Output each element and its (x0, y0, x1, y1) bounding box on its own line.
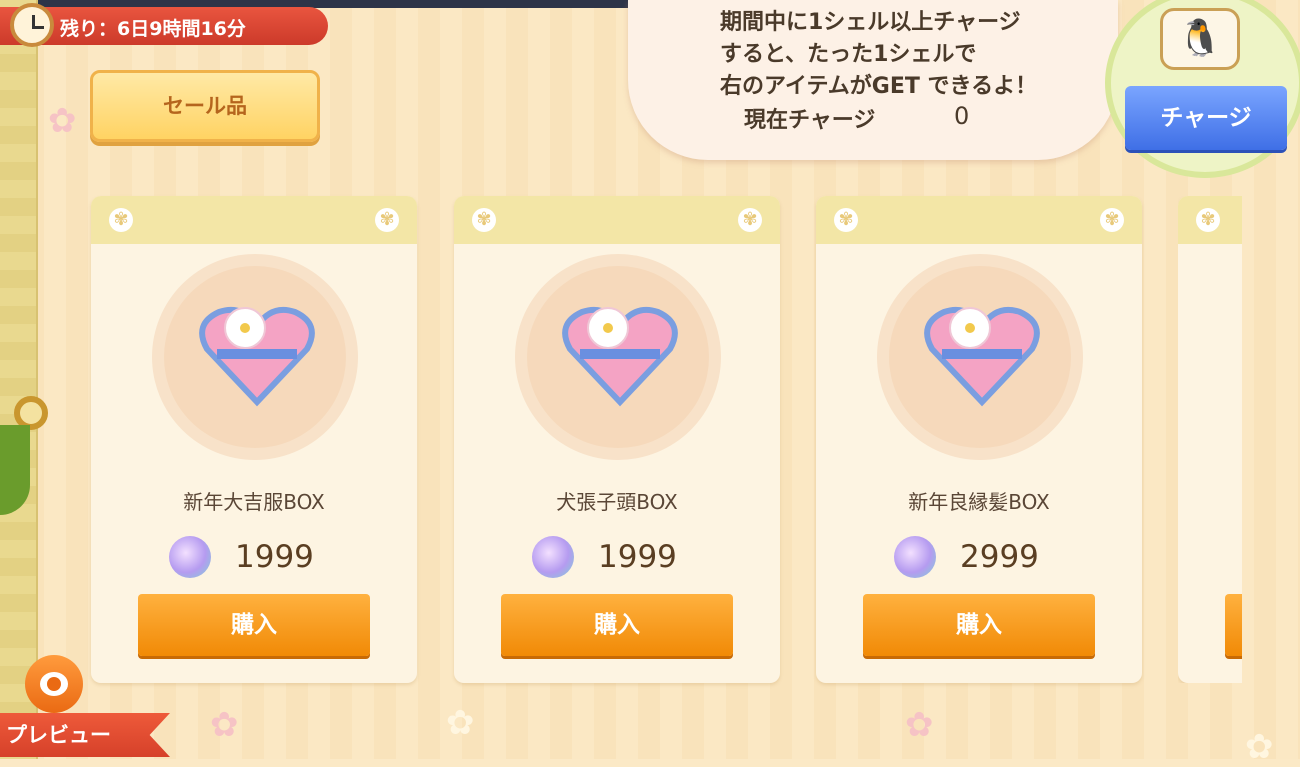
clock-icon (10, 3, 54, 47)
card-header: ✾ ✾ (91, 196, 417, 244)
sakura-decoration: ✿ (210, 705, 239, 745)
item-price: 1999 (598, 539, 677, 575)
item-card: ✾ ✾ 犬張子頭BOX 1999 購入 (454, 196, 780, 683)
current-charge-value: 0 (954, 102, 970, 130)
flower-icon: ✾ (834, 208, 858, 232)
buy-button[interactable]: 購入 (863, 594, 1095, 656)
flower-icon: ✾ (472, 208, 496, 232)
left-bamboo-strip (0, 0, 38, 759)
shell-currency-icon (894, 536, 936, 578)
white-flower-decoration: ✿ (446, 703, 475, 743)
card-header: ✾ ✾ (816, 196, 1142, 244)
sale-items-button[interactable]: セール品 (90, 70, 320, 142)
item-card: ✾ ✾ 新年良縁髪BOX 2999 購入 (816, 196, 1142, 683)
shell-currency-icon (169, 536, 211, 578)
preview-eye-button[interactable] (25, 655, 83, 713)
shell-currency-icon (532, 536, 574, 578)
sakura-decoration: ✿ (48, 101, 77, 141)
card-header: ✾ (1178, 196, 1242, 244)
buy-button[interactable]: 購入 (501, 594, 733, 656)
buy-button[interactable]: 購入 (138, 594, 370, 656)
item-price: 1999 (235, 539, 314, 575)
flower-icon: ✾ (1196, 208, 1220, 232)
item-name: 犬張子頭BOX (556, 490, 678, 514)
flower-icon: ✾ (1100, 208, 1124, 232)
mascot-icon: 🐧 (1160, 8, 1240, 70)
item-card: ✾ ✾ 新年大吉服BOX 1999 購入 (91, 196, 417, 683)
flower-icon: ✾ (738, 208, 762, 232)
eye-pupil (47, 677, 61, 691)
item-price: 2999 (960, 539, 1039, 575)
campaign-text-line1: 期間中に1シェル以上チャージ (720, 10, 1021, 35)
preview-button[interactable]: プレビュー (0, 713, 170, 757)
item-card-partial: ✾ (1178, 196, 1242, 683)
charge-button[interactable]: チャージ (1125, 86, 1287, 150)
campaign-text-line2: すると、たった1シェルで (720, 42, 977, 67)
flower-icon: ✾ (109, 208, 133, 232)
buy-button-partial[interactable] (1225, 594, 1242, 656)
card-header: ✾ ✾ (454, 196, 780, 244)
campaign-text-line3: 右のアイテムがGET できるよ！ (720, 74, 1038, 99)
item-name: 新年良縁髪BOX (908, 490, 1050, 514)
heart-box-icon (562, 306, 678, 407)
heart-box-icon (199, 306, 315, 407)
sakura-decoration: ✿ (905, 705, 934, 745)
heart-box-icon (924, 306, 1040, 407)
item-card-partial-clip: ✾ (1178, 196, 1242, 683)
item-name: 新年大吉服BOX (183, 490, 325, 514)
flower-icon: ✾ (375, 208, 399, 232)
time-remaining-text: 残り：6日9時間16分 (60, 18, 246, 40)
current-charge-label: 現在チャージ (744, 108, 876, 133)
